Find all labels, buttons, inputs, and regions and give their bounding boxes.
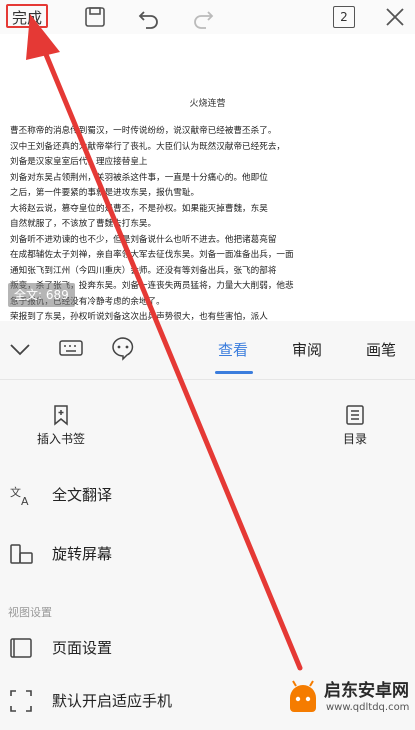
document-line: 刘备是汉家皇室后代，理应接替皇上	[10, 157, 148, 167]
bottom-tab-bar: 查看 审阅 画笔	[0, 321, 415, 380]
document-line: 之后，第一件要紧的事就是进攻东吴，报仇雪耻。	[10, 188, 200, 198]
svg-text:文: 文	[10, 485, 21, 499]
close-icon[interactable]	[382, 4, 408, 30]
document-line: 汉中王刘备还真的为献帝举行了丧礼。大臣们认为既然汉献帝已经死去，	[10, 141, 286, 152]
page-count: 2	[340, 10, 348, 24]
top-toolbar: 完成 2	[0, 0, 415, 34]
svg-text:A: A	[21, 495, 29, 508]
bookmark-plus-icon	[54, 405, 68, 426]
word-count-badge: 全文: 689	[8, 283, 75, 307]
document-line: 自然就服了，不该放了曹魏去打东吴。	[10, 219, 157, 229]
chevron-down-icon[interactable]	[8, 339, 32, 359]
list-icon	[346, 405, 364, 425]
droid-logo-icon	[290, 680, 316, 712]
document-line: 大将赵云说，篡夺皇位的是曹丕，不是孙权。如果能灭掉曹魏，东吴	[10, 203, 268, 214]
document-line: 通知张飞到江州（今四川重庆）会师。还没有等刘备出兵，张飞的部将	[10, 265, 277, 276]
watermark-url: www.qdltdq.com	[326, 702, 410, 713]
watermark-logo: 启东安卓网 www.qdltdq.com	[284, 672, 415, 730]
menu-item-page-setup[interactable]: 页面设置	[0, 621, 415, 677]
document-line: 刘备听不进劝谏的也不少，但是刘备说什么也听不进去。他把诸葛亮留	[10, 234, 277, 245]
document-page[interactable]: 火烧连营 曹丕称帝的消息传到蜀汉，一时传说纷纷，说汉献帝已经被曹丕杀了。 汉中王刘…	[0, 34, 415, 321]
tab-brush[interactable]: 画笔	[366, 339, 396, 360]
tab-view[interactable]: 查看	[218, 339, 248, 360]
voice-assistant-icon[interactable]	[110, 335, 136, 361]
insert-bookmark-button[interactable]: 插入书签	[22, 404, 100, 447]
translate-icon: 文 A	[10, 485, 29, 508]
page-setup-icon	[10, 638, 32, 658]
page-setup-label: 页面设置	[52, 639, 113, 657]
page-count-button[interactable]: 2	[333, 6, 355, 28]
table-of-contents-button[interactable]: 目录	[324, 404, 386, 447]
keyboard-icon[interactable]	[58, 337, 84, 359]
fit-screen-icon	[10, 690, 32, 712]
document-line: 曹丕称帝的消息传到蜀汉，一时传说纷纷，说汉献帝已经被曹丕杀了。	[10, 126, 277, 136]
redo-icon[interactable]	[190, 4, 216, 30]
translate-label: 全文翻译	[52, 486, 113, 504]
menu-item-rotate-screen[interactable]: 旋转屏幕	[0, 527, 415, 583]
document-line: 荣报到了东吴，孙权听说刘备这次出兵声势很大，也有些害怕，派人	[10, 312, 268, 321]
tab-review[interactable]: 审阅	[292, 339, 322, 360]
rotate-screen-icon	[10, 544, 33, 564]
undo-icon[interactable]	[136, 4, 162, 30]
rotate-screen-label: 旋转屏幕	[52, 545, 113, 563]
document-line: 刘备对东吴占领荆州，关羽被杀这件事，一直是十分痛心的。他即位	[10, 172, 268, 183]
document-line: 在成都辅佐太子刘禅，亲自率领大军去征伐东吴。刘备一面准备出兵，一面	[10, 250, 294, 260]
active-tab-indicator	[215, 371, 253, 374]
table-of-contents-label: 目录	[342, 432, 367, 446]
view-settings-section-label: 视图设置	[8, 606, 52, 619]
menu-item-translate[interactable]: 文 A 全文翻译	[0, 468, 415, 524]
fit-phone-label: 默认开启适应手机	[52, 692, 173, 710]
watermark-name: 启东安卓网	[324, 681, 409, 701]
done-button[interactable]: 完成	[6, 4, 48, 28]
insert-bookmark-label: 插入书签	[36, 432, 85, 446]
document-title: 火烧连营	[189, 99, 226, 109]
save-icon[interactable]	[82, 4, 108, 30]
